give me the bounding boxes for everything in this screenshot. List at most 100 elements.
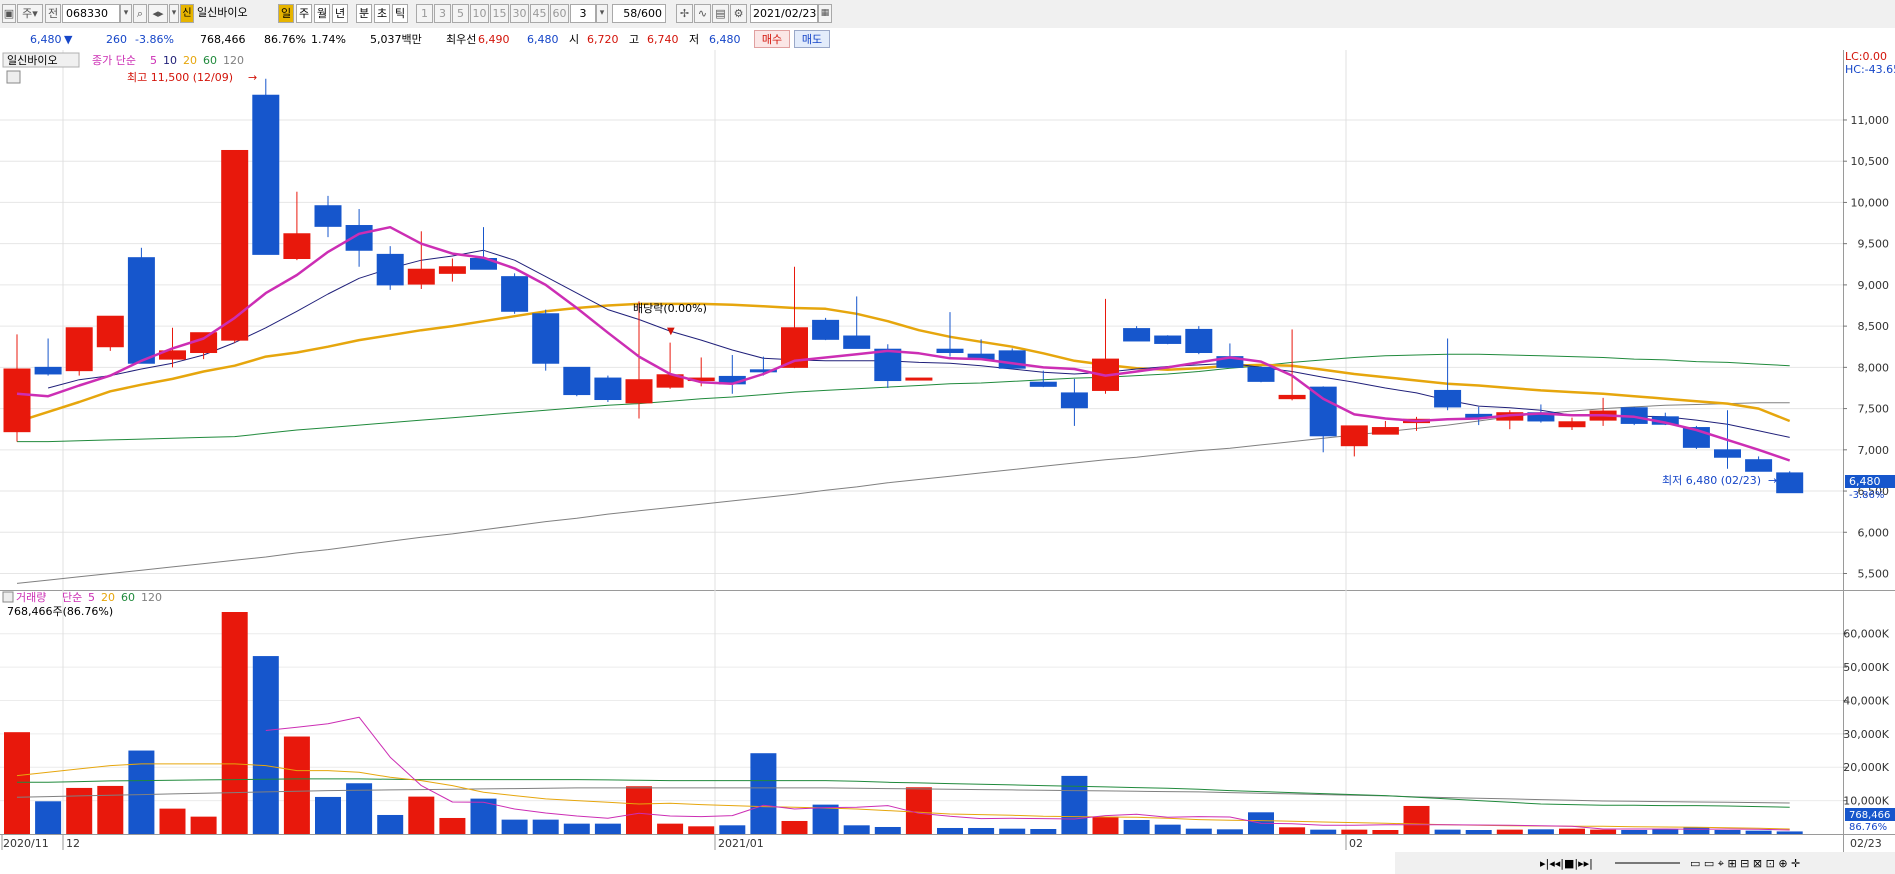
candle-body — [314, 205, 342, 227]
price-tick-label: 10,500 — [1851, 155, 1890, 168]
volume-ma-title: 단순 — [62, 591, 82, 604]
volume-panel-icon[interactable] — [2, 591, 14, 603]
volume-bar — [874, 826, 901, 834]
period-button-4[interactable]: 분 — [356, 4, 372, 23]
price-tick-label: 9,000 — [1858, 279, 1890, 292]
price-tick-label: 10,000 — [1851, 196, 1890, 209]
period-button-2[interactable]: 월 — [314, 4, 330, 23]
scroll-buttons-icon[interactable]: ▸|◂◂|■|▸▸| — [1540, 857, 1593, 870]
volume-bar — [1527, 829, 1554, 834]
candle-body — [283, 233, 311, 260]
price-tick-label: 6,000 — [1858, 526, 1890, 539]
price-ma-legend-item: 20 — [183, 54, 197, 67]
volume-bar — [1185, 828, 1212, 834]
history-chevron-icon[interactable]: ▾ — [169, 4, 179, 23]
period-button-3[interactable]: 년 — [332, 4, 348, 23]
interval-button-7[interactable]: 60 — [550, 4, 569, 23]
candle-body — [1154, 335, 1182, 344]
volume-bar — [315, 796, 341, 834]
interval-button-3[interactable]: 10 — [470, 4, 489, 23]
volume-bar — [1745, 830, 1772, 834]
interval-button-0[interactable]: 1 — [416, 4, 433, 23]
best-ask: 6,480 — [527, 33, 559, 46]
volume-bar — [688, 826, 715, 834]
code-dropdown-chevron-icon[interactable]: ▾ — [120, 4, 132, 23]
volume-bar — [750, 753, 777, 834]
stock-chart[interactable]: 11,000 10,500 10,000 9,500 9,000 8,500 8,000 7,… — [0, 50, 1895, 874]
volume-bar — [1652, 829, 1679, 834]
save-icon[interactable]: ▤ — [712, 4, 729, 23]
volume-bar — [1341, 829, 1368, 834]
interval-chevron-icon[interactable]: ▾ — [596, 4, 608, 23]
candle-body — [127, 257, 155, 364]
candle-body — [65, 327, 93, 372]
interval-input[interactable]: 3 — [570, 4, 596, 23]
candle-body — [438, 266, 466, 274]
calendar-icon[interactable]: ▦ — [818, 4, 832, 23]
new-listing-badge: 신 — [180, 4, 194, 23]
candle-body — [1123, 328, 1151, 342]
ex-dividend-annotation: 배당락(0.00%) — [633, 302, 707, 315]
market-all-button[interactable]: 전 — [45, 4, 61, 23]
prev-stock-icon[interactable]: ◂▸ — [148, 4, 168, 23]
low-label: 저 — [689, 33, 700, 46]
period-button-1[interactable]: 주 — [296, 4, 312, 23]
volume-bar — [812, 804, 839, 834]
change-percent: -3.86% — [135, 33, 174, 46]
period-button-6[interactable]: 틱 — [392, 4, 408, 23]
candle-body — [1434, 389, 1462, 408]
interval-button-1[interactable]: 3 — [434, 4, 451, 23]
volume-bar — [781, 820, 808, 834]
market-type-select[interactable]: 주▾ — [17, 4, 43, 23]
period-button-5[interactable]: 초 — [374, 4, 390, 23]
volume-bar — [719, 825, 746, 834]
trendline-icon[interactable]: ∿ — [694, 4, 711, 23]
volume-bar — [1559, 828, 1585, 834]
candle-body — [501, 276, 529, 312]
crosshair-icon[interactable]: ✢ — [676, 4, 693, 23]
last-price-label: 6,480 — [1849, 475, 1881, 488]
volume-bar — [1590, 829, 1617, 834]
gear-icon[interactable]: ⚙ — [730, 4, 747, 23]
volume-panel-title: 거래량 — [16, 591, 46, 604]
volume-bar — [1683, 827, 1710, 834]
volume-bar — [1061, 775, 1088, 834]
price-tick-label: 7,000 — [1858, 444, 1890, 457]
volume-bar — [1372, 829, 1399, 834]
search-icon[interactable]: ⌕ — [133, 4, 147, 23]
candle-body — [252, 94, 280, 255]
volume-bar — [1279, 827, 1306, 834]
volume-bar — [252, 656, 279, 834]
volume-bar — [626, 786, 652, 834]
volume-bar — [532, 819, 559, 834]
volume-bar — [657, 823, 684, 834]
last-change-label: -3.86% — [1849, 490, 1884, 501]
panel-table-icon[interactable] — [6, 70, 21, 84]
volume-bar — [1434, 829, 1461, 834]
stock-code-input[interactable]: 068330 — [62, 4, 120, 23]
best-bid: 6,490 — [478, 33, 510, 46]
x-tick-label: 02 — [1349, 837, 1363, 850]
high-label: 고 — [629, 33, 640, 46]
interval-button-6[interactable]: 45 — [530, 4, 549, 23]
buy-button[interactable]: 매수 — [754, 30, 790, 48]
date-input[interactable]: 2021/02/23 — [750, 4, 818, 23]
volume-bar — [999, 828, 1026, 834]
chart-settings-icon[interactable]: ▣ — [2, 4, 16, 23]
volume-bar — [1216, 829, 1243, 834]
volume-tick-label: 20,000K — [1843, 761, 1889, 774]
toolbar-tools-icon[interactable]: ▭ ▭ ⌖ ⊞ ⊟ ⊠ ⊡ ⊕ ✛ — [1690, 857, 1800, 870]
interval-button-2[interactable]: 5 — [452, 4, 469, 23]
interval-button-4[interactable]: 15 — [490, 4, 509, 23]
period-button-0[interactable]: 일 — [278, 4, 294, 23]
market-type-label: 주 — [22, 7, 33, 20]
count-input[interactable]: 58/600 — [612, 4, 666, 23]
sell-button[interactable]: 매도 — [794, 30, 830, 48]
price-tick-label: 5,500 — [1858, 568, 1890, 581]
candle-body — [3, 368, 31, 433]
last-volume-label: 768,466주(86.76%) — [7, 605, 113, 618]
candle-body — [1185, 328, 1213, 354]
volume-bar — [501, 819, 528, 834]
open-price: 6,720 — [587, 33, 619, 46]
interval-button-5[interactable]: 30 — [510, 4, 529, 23]
